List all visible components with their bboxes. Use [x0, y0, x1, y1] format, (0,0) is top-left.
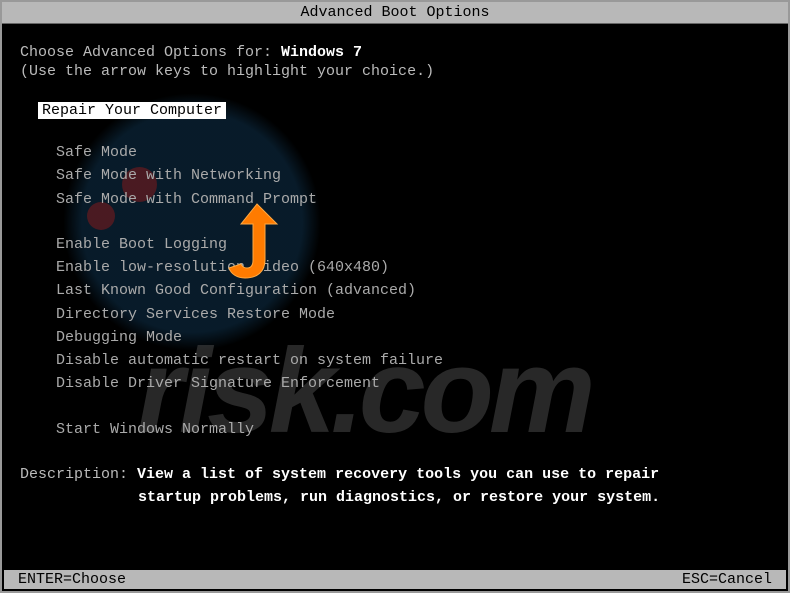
menu-option-safe-mode[interactable]: Safe Mode [56, 141, 770, 164]
menu-option-low-res-video[interactable]: Enable low-resolution video (640x480) [56, 256, 770, 279]
menu-group-safe-mode: Safe Mode Safe Mode with Networking Safe… [56, 141, 770, 211]
menu-group-advanced: Enable Boot Logging Enable low-resolutio… [56, 233, 770, 396]
menu-option-safe-mode-networking[interactable]: Safe Mode with Networking [56, 164, 770, 187]
description-text-line2: startup problems, run diagnostics, or re… [138, 486, 770, 509]
menu-option-boot-logging[interactable]: Enable Boot Logging [56, 233, 770, 256]
menu-group-normal: Start Windows Normally [56, 418, 770, 441]
menu-option-disable-driver-signature[interactable]: Disable Driver Signature Enforcement [56, 372, 770, 395]
footer-bar: ENTER=Choose ESC=Cancel [4, 570, 786, 589]
description-text-line1: View a list of system recovery tools you… [137, 466, 659, 483]
instruction-text: (Use the arrow keys to highlight your ch… [20, 63, 770, 80]
os-name: Windows 7 [281, 44, 362, 61]
page-title: Advanced Boot Options [300, 4, 489, 21]
title-bar: Advanced Boot Options [2, 2, 788, 24]
prompt-line: Choose Advanced Options for: Windows 7 [20, 44, 770, 61]
footer-enter-hint: ENTER=Choose [18, 571, 126, 588]
menu-option-disable-auto-restart[interactable]: Disable automatic restart on system fail… [56, 349, 770, 372]
footer-esc-hint: ESC=Cancel [682, 571, 772, 588]
description-label: Description: [20, 466, 137, 483]
menu-option-safe-mode-command-prompt[interactable]: Safe Mode with Command Prompt [56, 188, 770, 211]
menu-option-repair-computer[interactable]: Repair Your Computer [38, 102, 226, 119]
prompt-prefix: Choose Advanced Options for: [20, 44, 281, 61]
menu-option-start-normally[interactable]: Start Windows Normally [56, 418, 770, 441]
menu-option-directory-services-restore[interactable]: Directory Services Restore Mode [56, 303, 770, 326]
menu-option-last-known-good[interactable]: Last Known Good Configuration (advanced) [56, 279, 770, 302]
menu-option-debugging-mode[interactable]: Debugging Mode [56, 326, 770, 349]
description-block: Description: View a list of system recov… [20, 463, 770, 510]
